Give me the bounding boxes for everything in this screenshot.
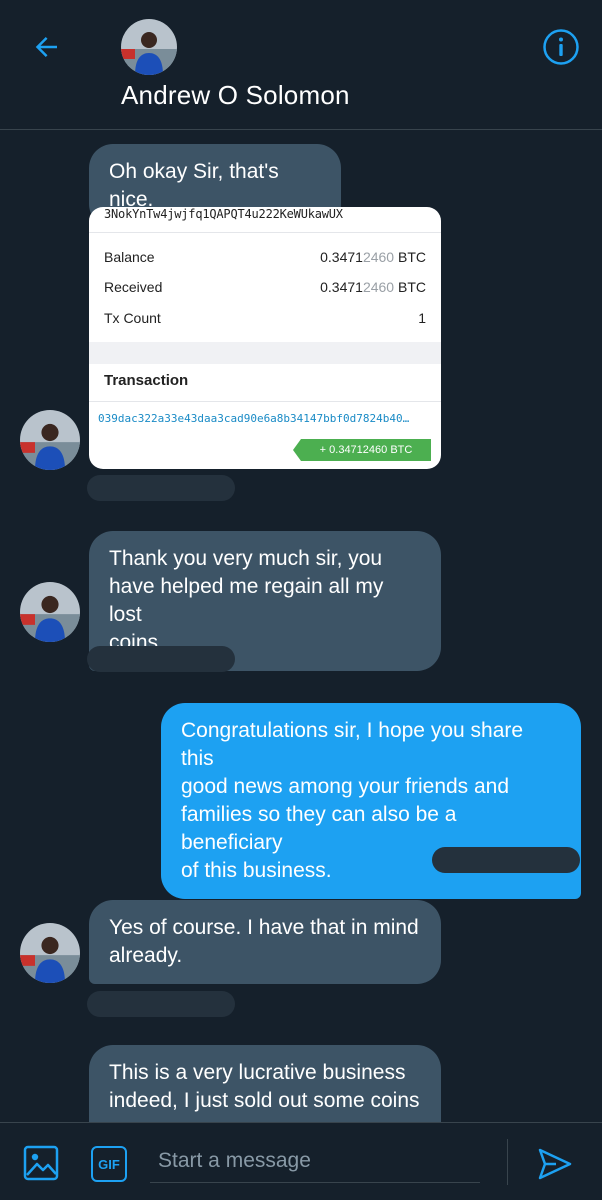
message-input[interactable] <box>150 1139 480 1183</box>
contact-name[interactable]: Andrew O Solomon <box>121 80 350 111</box>
row-value: 0.34712460 BTC <box>320 249 426 265</box>
row-label: Balance <box>104 249 155 265</box>
avatar[interactable] <box>20 410 80 470</box>
transaction-heading: Transaction <box>104 372 189 389</box>
timestamp-placeholder <box>432 847 580 873</box>
row-label: Tx Count <box>104 310 161 326</box>
message-composer: GIF <box>0 1122 602 1200</box>
avatar[interactable] <box>121 19 177 75</box>
row-value: 1 <box>418 310 426 326</box>
transaction-amount-badge: + 0.34712460 BTC <box>293 439 431 461</box>
avatar[interactable] <box>20 582 80 642</box>
timestamp-placeholder <box>87 475 235 501</box>
arrow-left-icon <box>35 37 57 57</box>
divider <box>507 1139 508 1185</box>
transaction-hash-link: 039dac322a33e43daa3cad90e6a8b34147bbf0d7… <box>98 412 410 425</box>
wallet-screenshot-card[interactable]: 3NokYnTw4jwjfq1QAPQT4u222KeWUkawUX Balan… <box>89 207 441 469</box>
avatar[interactable] <box>20 923 80 983</box>
message-text: Yes of course. I have that in mind alrea… <box>109 916 419 967</box>
avatar-photo <box>20 923 80 983</box>
divider <box>89 232 441 233</box>
message-text: This is a very lucrative business indeed… <box>109 1061 420 1112</box>
gif-button[interactable]: GIF <box>91 1146 127 1182</box>
conversation-header: Andrew O Solomon <box>0 0 602 130</box>
avatar-photo <box>20 410 80 470</box>
timestamp-placeholder <box>87 646 235 672</box>
wallet-address: 3NokYnTw4jwjfq1QAPQT4u222KeWUkawUX <box>104 207 343 221</box>
info-button[interactable] <box>541 27 581 67</box>
media-button[interactable] <box>23 1145 59 1181</box>
send-icon <box>538 1148 572 1180</box>
info-circle-icon <box>543 29 579 65</box>
image-icon <box>23 1145 59 1181</box>
section-separator <box>89 342 441 364</box>
message-bubble[interactable]: Yes of course. I have that in mind alrea… <box>89 900 441 984</box>
avatar-photo <box>20 582 80 642</box>
divider <box>89 401 441 402</box>
send-button[interactable] <box>536 1145 574 1183</box>
avatar-photo <box>121 19 177 75</box>
row-label: Received <box>104 279 163 295</box>
row-value: 0.34712460 BTC <box>320 279 426 295</box>
back-button[interactable] <box>28 28 66 66</box>
timestamp-placeholder <box>87 991 235 1017</box>
